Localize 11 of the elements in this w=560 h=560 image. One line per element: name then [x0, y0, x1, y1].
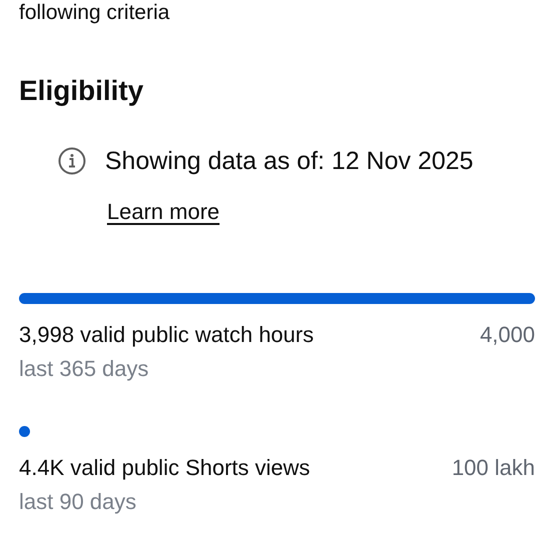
metric-target: 4,000: [480, 322, 535, 348]
intro-text: following criteria: [19, 0, 171, 26]
learn-more-link[interactable]: Learn more: [107, 199, 220, 225]
section-title: Eligibility: [19, 74, 144, 108]
metric-target: 100 lakh: [452, 455, 535, 481]
metric-label: 4.4K valid public Shorts views: [19, 455, 310, 481]
metric-label: 3,998 valid public watch hours: [19, 322, 314, 348]
info-text: Showing data as of: 12 Nov 2025: [105, 146, 474, 176]
metric-period: last 365 days: [19, 356, 150, 382]
info-icon: [57, 146, 87, 176]
metric-period: last 90 days: [19, 489, 138, 515]
